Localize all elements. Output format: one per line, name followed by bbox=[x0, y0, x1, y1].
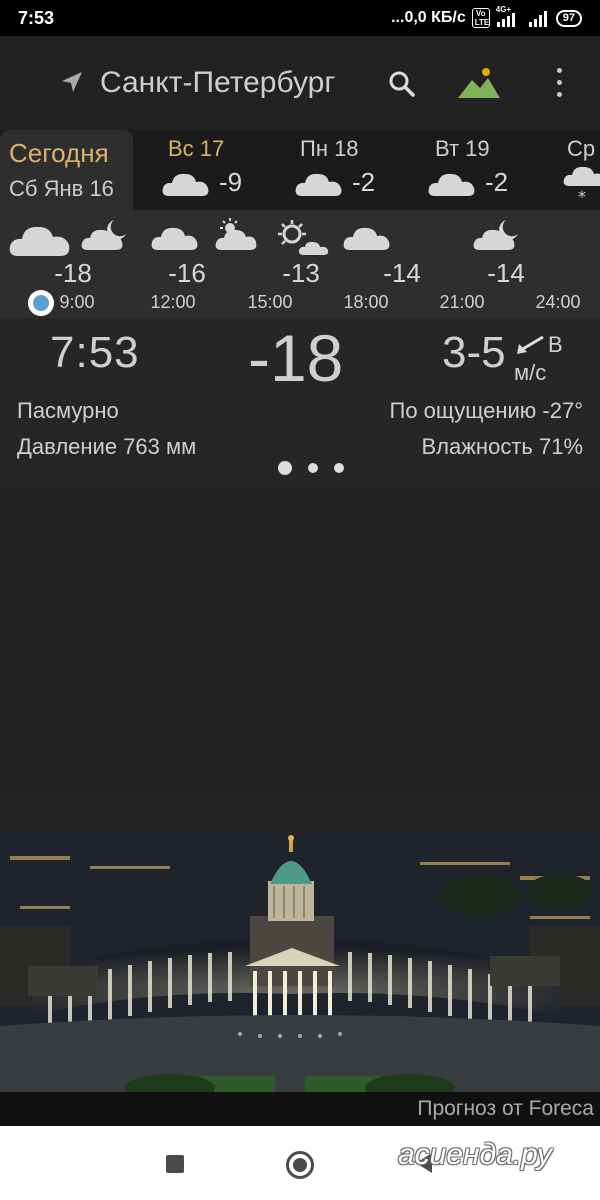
day-temp: -9 bbox=[219, 167, 243, 197]
day-tab-today[interactable]: Сегодня Сб Янв 16 bbox=[0, 130, 133, 210]
cloud-icon bbox=[295, 173, 342, 196]
day-temp: -2 bbox=[485, 167, 509, 197]
hourly-time: 18:00 bbox=[343, 292, 389, 312]
hourly-time: 12:00 bbox=[150, 292, 196, 312]
day-tab-sun[interactable]: Вс 17 -9 bbox=[133, 130, 266, 210]
wind-speed: 3-5 bbox=[442, 328, 506, 377]
day-name: Пн 18 bbox=[300, 136, 359, 161]
day-tab-tue[interactable]: Вт 19 -2 bbox=[399, 130, 532, 210]
system-navigation-bar: асиенда.ру bbox=[0, 1126, 600, 1200]
hourly-forecast[interactable]: -18 -16 -13 -14 -14 9:00 12:00 15:00 18:… bbox=[0, 210, 600, 318]
hourly-temp: -14 bbox=[487, 258, 525, 288]
wind-direction: В bbox=[548, 332, 563, 357]
day-tab-mon[interactable]: Пн 18 -2 bbox=[266, 130, 399, 210]
hourly-temp: -13 bbox=[282, 258, 320, 288]
volte-icon: Vo LTE bbox=[471, 8, 490, 28]
hourly-temp: -14 bbox=[383, 258, 421, 288]
hourly-time: 9:00 bbox=[59, 292, 95, 312]
cloud-icon bbox=[428, 173, 475, 196]
hourly-temp: -16 bbox=[168, 258, 206, 288]
hourly-time: 15:00 bbox=[247, 292, 293, 312]
current-temperature: -18 bbox=[248, 321, 344, 395]
cloud-icon bbox=[151, 227, 198, 250]
page-dot-active bbox=[278, 461, 292, 475]
home-button[interactable] bbox=[286, 1151, 314, 1179]
background-picture-icon[interactable] bbox=[456, 66, 502, 100]
forecast-credit: Прогноз от Foreca bbox=[417, 1097, 594, 1120]
snow-cloud-icon: * bbox=[563, 166, 600, 202]
page-dot bbox=[308, 463, 318, 473]
hourly-temp: -18 bbox=[54, 258, 92, 288]
day-name: Вс 17 bbox=[168, 136, 225, 161]
search-icon[interactable] bbox=[388, 70, 416, 98]
wind-direction-arrow-icon bbox=[517, 335, 544, 354]
wind-unit: м/с bbox=[514, 360, 547, 385]
daily-forecast-strip: Сегодня Сб Янв 16 Вс 17 -9 Пн 18 -2 Вт 1… bbox=[0, 130, 600, 210]
page-dot bbox=[334, 463, 344, 473]
watermark: асиенда.ру bbox=[398, 1138, 552, 1171]
humidity: Влажность 71% bbox=[421, 434, 583, 459]
today-date: Сб Янв 16 bbox=[9, 176, 114, 201]
cloud-moon-icon bbox=[473, 220, 518, 250]
signal-icon bbox=[528, 11, 547, 27]
current-conditions-card[interactable]: 7:53 -18 3-5 В м/с Пасмурно По ощущению … bbox=[0, 318, 600, 488]
forecast-credit-bar: Прогноз от Foreca bbox=[0, 1092, 600, 1126]
battery-icon: 97 bbox=[555, 9, 582, 27]
status-time: 7:53 bbox=[18, 8, 55, 28]
city-background-image bbox=[0, 776, 600, 1092]
day-temp: -2 bbox=[352, 167, 376, 197]
current-time: 7:53 bbox=[50, 328, 140, 377]
svg-text:*: * bbox=[578, 187, 586, 202]
weather-app: Санкт-Петербург Сегодня Сб Янв 16 Вс 17 … bbox=[0, 36, 600, 1126]
more-menu-icon[interactable] bbox=[552, 68, 568, 98]
status-indicators: ...0,0 КБ/с Vo LTE 4G+ 97 bbox=[391, 5, 582, 28]
recent-apps-button[interactable] bbox=[166, 1155, 184, 1173]
day-name: Вт 19 bbox=[435, 136, 490, 161]
status-bar: 7:53 ...0,0 КБ/с Vo LTE 4G+ 97 bbox=[0, 0, 600, 36]
cloud-icon bbox=[162, 173, 209, 196]
toolbar: Санкт-Петербург bbox=[0, 36, 600, 130]
network-speed: ...0,0 КБ/с bbox=[391, 9, 466, 26]
cloud-icon bbox=[9, 226, 70, 256]
today-label: Сегодня bbox=[9, 138, 109, 168]
page-indicator[interactable] bbox=[278, 460, 348, 476]
sun-cloud-icon bbox=[278, 220, 329, 255]
cloud-icon bbox=[343, 227, 390, 250]
partly-cloudy-icon bbox=[215, 218, 257, 250]
pressure: Давление 763 мм bbox=[17, 434, 197, 459]
day-tab-wed[interactable]: Ср * bbox=[532, 130, 600, 210]
cloud-moon-icon bbox=[81, 220, 126, 250]
location-arrow-icon[interactable] bbox=[60, 70, 84, 94]
day-name: Ср bbox=[567, 136, 596, 161]
city-name[interactable]: Санкт-Петербург bbox=[100, 66, 335, 100]
network-type-icon: 4G+ bbox=[496, 5, 522, 28]
feels-like: По ощущению -27° bbox=[389, 398, 583, 423]
hourly-time: 21:00 bbox=[439, 292, 485, 312]
weather-condition: Пасмурно bbox=[17, 398, 119, 423]
hourly-time: 24:00 bbox=[535, 292, 581, 312]
